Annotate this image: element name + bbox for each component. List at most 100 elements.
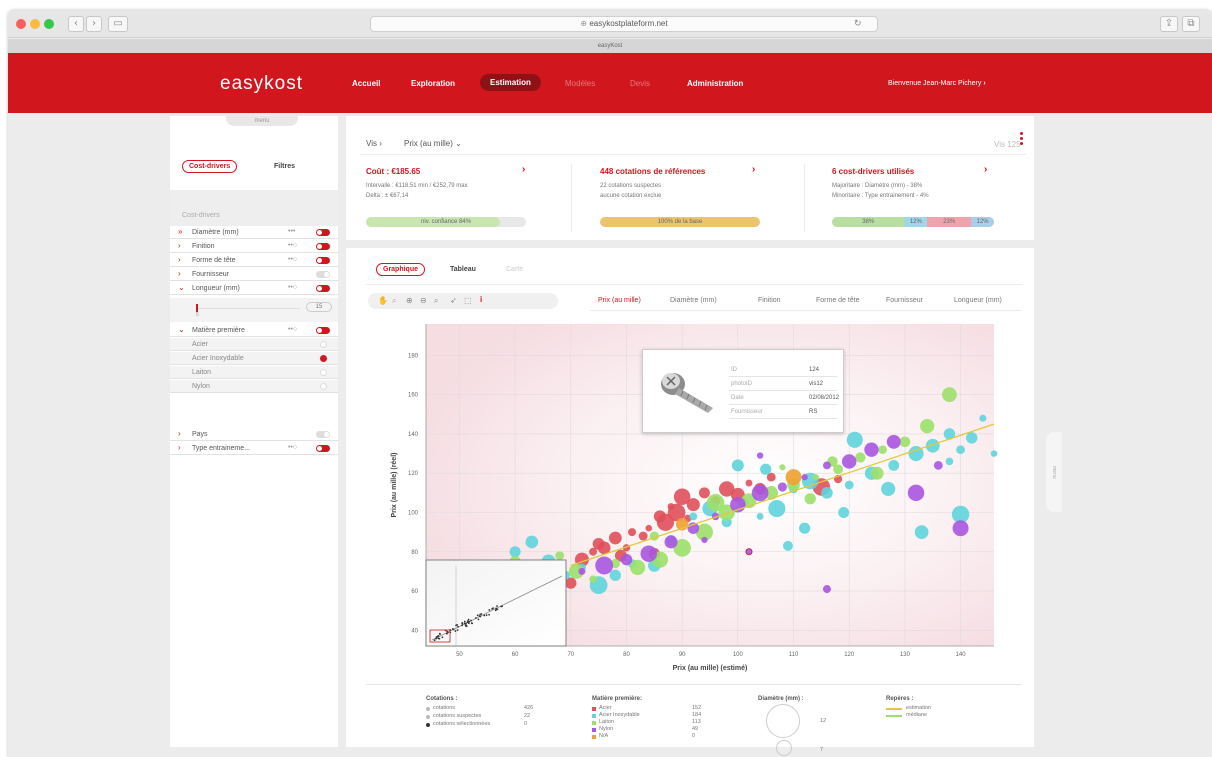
chevron-right-icon[interactable]: ›: [178, 443, 181, 452]
material-option-0-radio[interactable]: [320, 341, 327, 348]
data-point-nylon[interactable]: [823, 461, 831, 470]
data-point-acier-inoxydable[interactable]: [768, 500, 786, 518]
driver-longueur[interactable]: ⌄ Longueur (mm) ••○: [170, 282, 338, 295]
minimize-window-button[interactable]: [30, 19, 40, 29]
driver-matiere-premiere[interactable]: ⌄ Matière première ••○: [170, 324, 338, 337]
app-logo[interactable]: easykost: [220, 73, 303, 95]
material-option-0[interactable]: Acier: [170, 338, 338, 351]
chevron-right-icon[interactable]: ›: [178, 269, 181, 278]
driver-type-entrainement-weight-dots[interactable]: ••○: [288, 444, 297, 451]
zoom-out-icon[interactable]: ⊖: [420, 296, 427, 305]
breadcrumb-current[interactable]: Prix (au mille) ⌄: [404, 139, 462, 148]
data-point-laiton[interactable]: [878, 445, 887, 454]
data-point-acier-inoxydable[interactable]: [509, 546, 521, 558]
data-point-acier-inoxydable[interactable]: [731, 459, 744, 472]
data-point-nylon[interactable]: [578, 567, 586, 575]
data-point-nylon[interactable]: [933, 460, 943, 470]
driver-fournisseur[interactable]: › Fournisseur: [170, 268, 338, 281]
menu-tab[interactable]: menu: [226, 116, 298, 126]
data-point-nylon[interactable]: [907, 484, 925, 502]
data-point-acier-inoxydable[interactable]: [846, 431, 863, 448]
driver-matiere-premiere-toggle[interactable]: [316, 327, 330, 334]
data-point-acier-inoxydable[interactable]: [966, 432, 978, 444]
data-point-n-a[interactable]: [785, 469, 802, 486]
data-point-nylon[interactable]: [620, 553, 633, 566]
column-tab-4[interactable]: Fournisseur: [886, 297, 923, 304]
data-point-laiton[interactable]: [870, 466, 884, 480]
data-point-acier[interactable]: [589, 547, 598, 556]
column-tab-1[interactable]: Diamètre (mm): [670, 297, 717, 304]
driver-forme-de-tete[interactable]: › Forme de tête ••○: [170, 254, 338, 267]
data-point-laiton[interactable]: [942, 387, 957, 403]
address-bar[interactable]: ⊕ easykostplateform.net: [370, 16, 878, 32]
driver-diametre-toggle[interactable]: [316, 229, 330, 236]
data-point-acier-inoxydable[interactable]: [609, 569, 622, 581]
data-point-nylon[interactable]: [864, 442, 879, 457]
zoom-reset-icon[interactable]: ⌕: [392, 296, 396, 306]
column-tab-0[interactable]: Prix (au mille): [598, 297, 641, 304]
driver-finition-toggle[interactable]: [316, 243, 330, 250]
select-pointer-icon[interactable]: ➶: [450, 296, 457, 305]
data-point-acier-inoxydable[interactable]: [821, 487, 833, 499]
tab-cost-drivers[interactable]: Cost-drivers: [182, 160, 238, 173]
range-max-input[interactable]: 15: [306, 302, 332, 312]
material-option-3[interactable]: Nylon: [170, 380, 338, 393]
cost-chevron-icon[interactable]: ›: [522, 164, 525, 175]
driver-pays-toggle[interactable]: [316, 431, 330, 438]
material-option-2[interactable]: Laiton: [170, 366, 338, 379]
data-point-acier-inoxydable[interactable]: [914, 525, 929, 540]
data-point-acier[interactable]: [638, 531, 648, 541]
info-icon[interactable]: i: [480, 295, 482, 304]
back-button[interactable]: ‹: [68, 16, 84, 32]
tab-graphique[interactable]: Graphique: [376, 263, 426, 276]
tab-bar[interactable]: easyKost: [8, 39, 1212, 53]
data-point-acier-inoxydable[interactable]: [838, 507, 850, 518]
driver-diametre-weight-dots[interactable]: •••: [288, 228, 295, 235]
data-point-nylon[interactable]: [664, 535, 678, 549]
range-slider-handle[interactable]: [196, 304, 198, 312]
data-point-acier-inoxydable[interactable]: [756, 512, 764, 520]
data-point-nylon[interactable]: [751, 484, 769, 502]
material-option-3-radio[interactable]: [320, 383, 327, 390]
reload-icon[interactable]: ↻: [854, 18, 862, 29]
user-menu[interactable]: Bienvenue Jean-Marc Pichery ›: [888, 80, 986, 87]
data-point-laiton[interactable]: [812, 474, 819, 481]
data-point-laiton[interactable]: [706, 493, 725, 512]
share-button[interactable]: ⇪: [1160, 16, 1178, 32]
data-point-acier-inoxydable[interactable]: [888, 459, 900, 471]
box-select-icon[interactable]: ⬚: [464, 296, 472, 305]
range-slider-track[interactable]: [196, 308, 300, 309]
nav-estimation[interactable]: Estimation: [480, 74, 541, 91]
quotes-chevron-icon[interactable]: ›: [752, 164, 755, 175]
data-point-acier-inoxydable[interactable]: [844, 480, 854, 490]
data-point-acier[interactable]: [745, 479, 753, 487]
chevron-right-icon[interactable]: ›: [178, 241, 181, 250]
nav-administration[interactable]: Administration: [687, 79, 743, 88]
chevron-right-icon[interactable]: ›: [178, 429, 181, 438]
nav-accueil[interactable]: Accueil: [352, 79, 380, 88]
breadcrumb-root[interactable]: Vis ›: [366, 139, 382, 148]
data-point-laiton[interactable]: [899, 436, 911, 448]
material-option-2-radio[interactable]: [320, 369, 327, 376]
data-point-nylon[interactable]: [701, 536, 708, 544]
tabs-button[interactable]: ⧉: [1182, 16, 1200, 32]
data-point-nylon[interactable]: [745, 548, 753, 556]
data-point-acier[interactable]: [686, 498, 700, 512]
drivers-chevron-icon[interactable]: ›: [984, 164, 987, 175]
pan-tool-icon[interactable]: ✋: [378, 296, 388, 305]
data-point-nylon[interactable]: [886, 434, 901, 449]
driver-fournisseur-toggle[interactable]: [316, 271, 330, 278]
driver-forme-de-tete-toggle[interactable]: [316, 257, 330, 264]
data-point-acier-inoxydable[interactable]: [979, 414, 987, 422]
data-point-laiton[interactable]: [589, 575, 597, 584]
driver-finition[interactable]: › Finition ••○: [170, 240, 338, 253]
data-point-nylon[interactable]: [952, 520, 969, 537]
data-point-laiton[interactable]: [630, 559, 646, 576]
chevron-down-icon[interactable]: ⌄: [178, 325, 185, 334]
data-point-laiton[interactable]: [555, 551, 565, 561]
data-point-nylon[interactable]: [756, 452, 764, 459]
data-point-laiton[interactable]: [779, 464, 786, 471]
data-point-nylon[interactable]: [822, 585, 831, 594]
data-point-acier-inoxydable[interactable]: [956, 445, 965, 455]
driver-diametre[interactable]: » Diamètre (mm) •••: [170, 226, 338, 239]
